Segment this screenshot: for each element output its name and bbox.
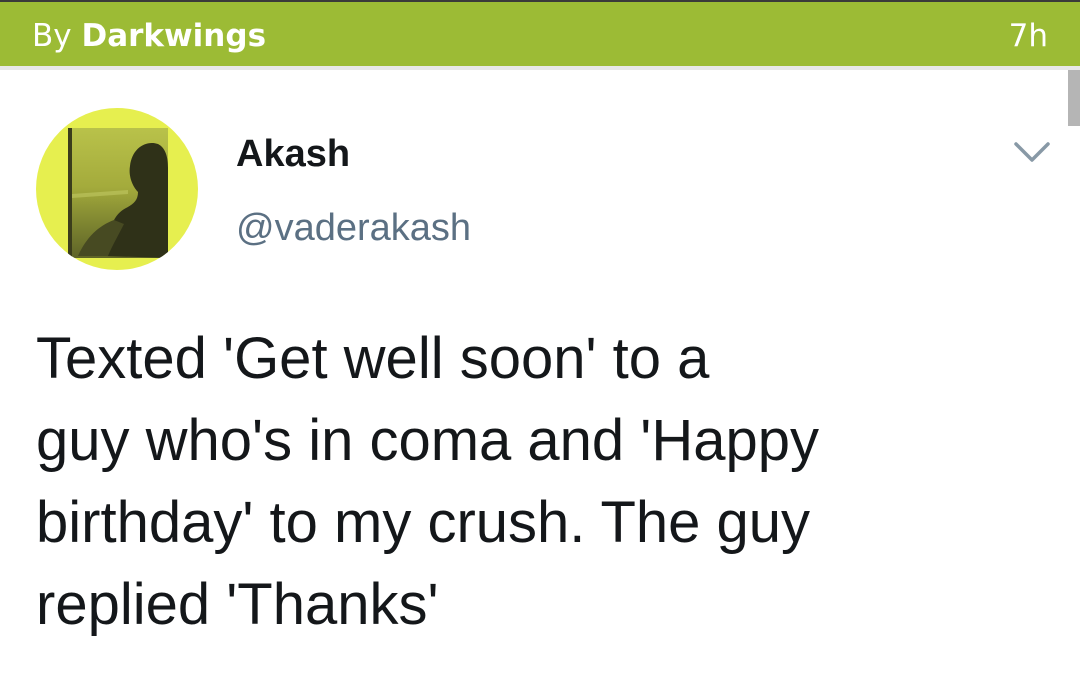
post-author-line: By Darkwings xyxy=(32,18,266,54)
display-name[interactable]: Akash xyxy=(236,132,350,176)
avatar[interactable] xyxy=(36,108,198,270)
meme-post: By Darkwings 7h Akash @vaderakash Texted… xyxy=(0,0,1080,684)
post-timestamp: 7h xyxy=(1008,18,1048,54)
user-handle[interactable]: @vaderakash xyxy=(236,206,471,250)
tweet-text-line: birthday' to my crush. The guy xyxy=(36,490,811,555)
tweet-text-line: replied 'Thanks' xyxy=(36,572,439,637)
by-label: By xyxy=(32,18,72,54)
post-header-bar: By Darkwings 7h xyxy=(0,0,1080,66)
post-author-link[interactable]: Darkwings xyxy=(81,18,266,54)
tweet-text: Texted 'Get well soon' to a guy who's in… xyxy=(36,318,1026,646)
tweet-text-line: Texted 'Get well soon' to a xyxy=(36,326,710,391)
header-divider xyxy=(0,66,1080,70)
chevron-down-icon[interactable] xyxy=(1012,138,1052,166)
scrollbar-thumb[interactable] xyxy=(1068,70,1080,126)
tweet-text-line: guy who's in coma and 'Happy xyxy=(36,408,820,473)
profile-photo xyxy=(68,128,168,258)
